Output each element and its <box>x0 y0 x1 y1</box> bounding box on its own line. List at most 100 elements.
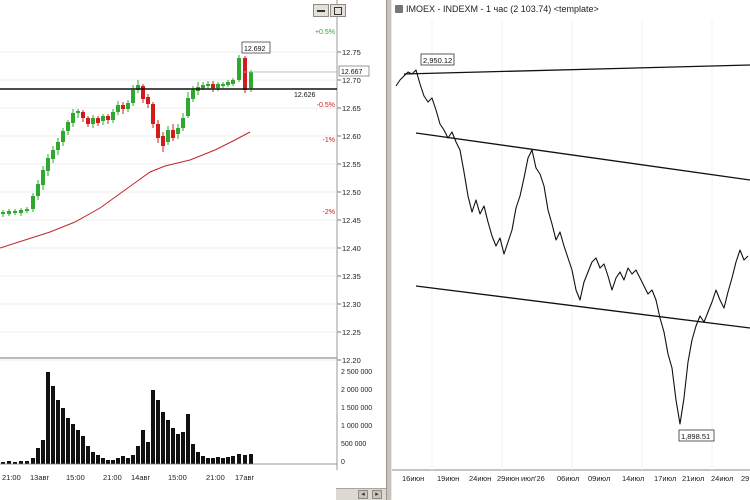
volume-bar <box>237 454 241 464</box>
volume-bar <box>151 390 155 464</box>
percent-label: +0.5% <box>315 29 335 36</box>
volume-tick-label: 0 <box>341 459 345 466</box>
price-tick-label: 12.45 <box>342 216 361 225</box>
date-tick-label: 24июл <box>711 474 733 483</box>
time-tick-label: 21:00 <box>206 473 225 482</box>
volume-bar <box>46 372 50 464</box>
time-tick-label: 15:00 <box>168 473 187 482</box>
volume-bar <box>136 446 140 464</box>
date-tick-label: 16июн <box>402 474 424 483</box>
volume-bar <box>176 434 180 464</box>
high-callout: 12.692 <box>244 46 266 53</box>
price-tick-label: 12.70 <box>342 76 361 85</box>
volume-bar <box>221 458 225 464</box>
price-tick-label: 12.40 <box>342 244 361 253</box>
volume-bar <box>131 455 135 464</box>
time-tick-label: 14авг <box>131 473 150 482</box>
volume-bar <box>96 455 100 464</box>
date-tick-label: 29июн <box>497 474 519 483</box>
maximize-button[interactable] <box>330 4 346 17</box>
volume-bar <box>226 457 230 464</box>
volume-bar <box>56 400 60 464</box>
volume-bar <box>141 430 145 464</box>
volume-bar <box>191 444 195 464</box>
percent-label: -2% <box>323 209 335 216</box>
time-tick-label: 21:00 <box>103 473 122 482</box>
price-volume-chart[interactable]: 12.75 12.70 12.65 12.60 12.55 12.50 12.45 12.40… <box>0 0 386 500</box>
percent-label: -0.5% <box>317 102 335 109</box>
volume-bar <box>181 432 185 464</box>
left-scrollbar[interactable]: ◂ ▸ <box>336 488 386 500</box>
volume-tick-label: 1 000 000 <box>341 423 372 430</box>
volume-bar <box>76 430 80 464</box>
volume-bar <box>71 424 75 464</box>
volume-bar <box>41 440 45 464</box>
price-tick-label: 12.20 <box>342 356 361 365</box>
volume-bar <box>116 458 120 464</box>
volume-tick-label: 500 000 <box>341 441 366 448</box>
volume-bar <box>101 458 105 464</box>
price-tick-label: 12.35 <box>342 272 361 281</box>
date-tick-label: 06июл <box>557 474 579 483</box>
volume-bar <box>111 460 115 464</box>
volume-bar <box>196 452 200 464</box>
price-tick-label: 12.25 <box>342 328 361 337</box>
level-label: 12.626 <box>294 92 316 99</box>
right-chart-pane[interactable]: IMOEX - INDEXM - 1 час (2 103.74) <templ… <box>392 0 750 500</box>
volume-bar <box>106 460 110 464</box>
volume-bar <box>61 408 65 464</box>
volume-bar <box>231 456 235 464</box>
volume-bar <box>206 458 210 464</box>
volume-bar <box>161 412 165 464</box>
volume-bar <box>146 442 150 464</box>
volume-bar <box>249 454 253 464</box>
volume-bar <box>51 386 55 464</box>
volume-bar <box>243 455 247 464</box>
time-tick-label: 17авг <box>235 473 254 482</box>
index-line-chart[interactable]: 16июн 19июн 24июн 29июн июл'26 06июл 09июл 14ию… <box>392 0 750 500</box>
volume-bar <box>81 436 85 464</box>
volume-bar <box>66 418 70 464</box>
time-tick-label: 15:00 <box>66 473 85 482</box>
volume-bar <box>7 461 11 464</box>
volume-bar <box>201 456 205 464</box>
date-tick-label: 24июн <box>469 474 491 483</box>
price-tick-label: 12.55 <box>342 160 361 169</box>
volume-bar <box>19 461 23 464</box>
last-price-label: 12.667 <box>341 69 363 76</box>
price-tick-label: 12.60 <box>342 132 361 141</box>
price-tick-label: 12.50 <box>342 188 361 197</box>
percent-label: -1% <box>323 137 335 144</box>
price-tick-label: 12.65 <box>342 104 361 113</box>
high-callout: 2,950.12 <box>423 56 452 65</box>
volume-bar <box>121 456 125 464</box>
volume-bar <box>156 400 160 464</box>
candlestick <box>243 56 247 93</box>
date-tick-label: 09июл <box>588 474 610 483</box>
volume-bar <box>86 446 90 464</box>
volume-bar <box>91 452 95 464</box>
minimize-icon <box>317 10 325 12</box>
volume-tick-label: 1 500 000 <box>341 405 372 412</box>
date-tick-label: 29 <box>741 474 749 483</box>
volume-bar <box>126 458 130 464</box>
volume-bar <box>36 448 40 464</box>
price-tick-label: 12.30 <box>342 300 361 309</box>
date-tick-label: 21июл <box>682 474 704 483</box>
left-chart-pane[interactable]: 12.75 12.70 12.65 12.60 12.55 12.50 12.45 12.40… <box>0 0 386 500</box>
volume-bar <box>31 458 35 464</box>
volume-tick-label: 2 500 000 <box>341 369 372 376</box>
volume-bar <box>216 457 220 464</box>
scroll-left-arrow-icon[interactable]: ◂ <box>358 490 368 499</box>
scroll-right-arrow-icon[interactable]: ▸ <box>372 490 382 499</box>
date-tick-label: 17июл <box>654 474 676 483</box>
maximize-icon <box>334 7 342 15</box>
price-tick-label: 12.75 <box>342 48 361 57</box>
volume-bar <box>171 428 175 464</box>
low-callout: 1,898.51 <box>681 432 710 441</box>
minimize-button[interactable] <box>313 4 329 17</box>
date-tick-label: 19июн <box>437 474 459 483</box>
volume-tick-label: 2 000 000 <box>341 387 372 394</box>
date-tick-label: июл'26 <box>521 474 545 483</box>
volume-bar <box>25 461 29 464</box>
